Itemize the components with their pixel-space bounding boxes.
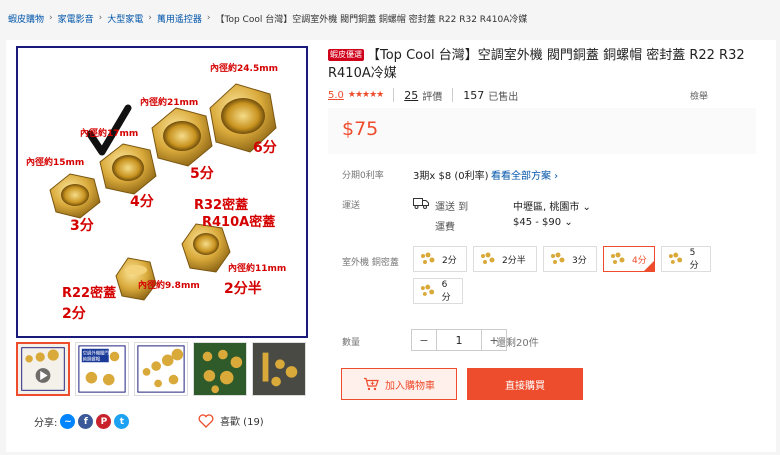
variant-thumb-icon xyxy=(548,250,566,268)
twitter-icon[interactable]: t xyxy=(114,414,130,429)
installment-label: 分期0利率 xyxy=(342,171,384,181)
label-size15: 內徑約15mm xyxy=(26,156,84,168)
chevron-right-icon: › xyxy=(206,13,211,23)
label-fen2half: 2分半 xyxy=(224,280,262,297)
quantity-input[interactable]: 1 xyxy=(436,330,482,350)
shipping-fee-label: 運費 xyxy=(435,222,455,233)
quantity-decrease-button[interactable]: − xyxy=(412,330,436,350)
label-r32a: R32密蓋 xyxy=(194,197,248,213)
preferred-badge: 蝦皮優選 xyxy=(328,49,364,61)
reviews-count[interactable]: 25 xyxy=(404,89,418,102)
stock-remaining: 還剩20件 xyxy=(496,338,539,349)
cap-r22 xyxy=(115,257,157,301)
label-size245: 內徑約24.5mm xyxy=(210,62,278,74)
chevron-right-icon: › xyxy=(148,13,152,23)
price-panel xyxy=(328,108,756,154)
product-title-text: 【Top Cool 台灣】空調室外機 閥門銅蓋 銅螺帽 密封蓋 R22 R32 … xyxy=(328,48,745,81)
label-fen5: 5分 xyxy=(190,166,214,182)
quantity-label: 數量 xyxy=(342,338,361,348)
cap-r32 xyxy=(181,223,231,273)
cap-5fen xyxy=(151,107,213,167)
label-size21: 內徑約21mm xyxy=(140,96,198,108)
variant-option-3fen[interactable]: 3分 xyxy=(543,246,597,272)
product-title: 蝦皮優選 【Top Cool 台灣】空調室外機 閥門銅蓋 銅螺帽 密封蓋 R22 … xyxy=(328,47,748,83)
label-r22: R22密蓋 xyxy=(62,285,116,301)
chevron-right-icon: › xyxy=(98,13,103,23)
chevron-right-icon: › xyxy=(49,13,53,23)
breadcrumb-link-remotes[interactable]: 萬用遙控器 xyxy=(157,12,202,25)
variant-thumb-icon xyxy=(418,282,436,300)
messenger-icon[interactable]: ~ xyxy=(60,414,76,429)
price: $75 xyxy=(342,118,379,140)
breadcrumb: 蝦皮購物 › 家電影音 › 大型家電 › 萬用遙控器 › 【Top Cool 台… xyxy=(8,10,527,26)
pinterest-icon[interactable]: P xyxy=(96,414,112,429)
label-fen3: 3分 xyxy=(70,218,94,234)
cap-4fen xyxy=(99,143,157,195)
brass-caps-illustration: 內徑約15mm 內徑約17mm 內徑約21mm 內徑約24.5mm 內徑約11m… xyxy=(26,62,286,322)
star-rating-icon: ★★★★★ xyxy=(347,90,384,100)
variant-thumb-icon xyxy=(666,250,684,268)
truck-icon xyxy=(413,197,429,212)
sold-count: 157 xyxy=(463,88,485,102)
variant-option-2fen[interactable]: 2分 xyxy=(413,246,467,272)
rating-row: 5.0 ★★★★★ 25 評價 157 已售出 xyxy=(328,88,519,103)
thumbnail-video[interactable] xyxy=(16,342,70,396)
thumbnail-3[interactable] xyxy=(134,342,188,396)
variant-option-6fen[interactable]: 6分 xyxy=(413,278,463,304)
variation-label: 室外機 銅密蓋 xyxy=(342,258,399,268)
divider xyxy=(393,88,395,102)
divider xyxy=(452,88,454,102)
variant-option-4fen[interactable]: 4分 xyxy=(603,246,655,272)
facebook-icon[interactable]: f xyxy=(78,414,94,429)
variant-option-5fen[interactable]: 5分 xyxy=(661,246,711,272)
breadcrumb-link-shopee[interactable]: 蝦皮購物 xyxy=(8,12,44,25)
shipping-fee-select[interactable]: $45 - $90 ⌄ xyxy=(513,217,573,228)
heart-icon xyxy=(198,413,214,428)
label-fen4: 4分 xyxy=(130,194,154,210)
thumbnail-4[interactable] xyxy=(193,342,247,396)
report-link[interactable]: 檢舉 xyxy=(690,89,708,102)
reviews-label: 評價 xyxy=(422,91,443,103)
variation-options: 2分 2分半 3分 4分 5分 6分 xyxy=(413,246,713,304)
label-size98: 內徑約9.8mm xyxy=(138,279,200,291)
label-r32b: R410A密蓋 xyxy=(202,214,275,230)
buy-now-button[interactable]: 直接購買 xyxy=(467,368,583,400)
quantity-stepper: − 1 + xyxy=(411,329,507,351)
ship-to-label: 運送 到 xyxy=(435,202,469,213)
ship-location-select[interactable]: 中壢區, 桃園市 ⌄ xyxy=(513,198,591,213)
rating-score[interactable]: 5.0 xyxy=(328,90,344,101)
svg-text:純銅螺帽: 純銅螺帽 xyxy=(83,355,101,362)
sold-label: 已售出 xyxy=(488,91,519,103)
label-fen2: 2分 xyxy=(62,306,86,322)
breadcrumb-link-large-appliances[interactable]: 大型家電 xyxy=(107,12,143,25)
share-bar: 分享: ~ f P t xyxy=(34,414,130,429)
svg-text:空調外機閥門: 空調外機閥門 xyxy=(83,350,109,357)
variant-thumb-icon xyxy=(608,250,626,268)
thumbnail-5[interactable] xyxy=(252,342,306,396)
add-to-cart-button[interactable]: 加入購物車 xyxy=(341,368,457,400)
shipping-label: 運送 xyxy=(342,201,361,211)
share-label: 分享: xyxy=(34,418,58,429)
label-fen6: 6分 xyxy=(253,140,277,156)
label-size11: 內徑約11mm xyxy=(228,262,286,274)
thumbnail-2[interactable]: 空調外機閥門 純銅螺帽 xyxy=(75,342,129,396)
variant-thumb-icon xyxy=(418,250,436,268)
thumbnail-strip: 空調外機閥門 純銅螺帽 xyxy=(16,342,308,396)
main-product-image[interactable]: 內徑約15mm 內徑約17mm 內徑約21mm 內徑約24.5mm 內徑約11m… xyxy=(16,46,308,338)
cart-plus-icon xyxy=(364,377,379,391)
cap-3fen xyxy=(49,173,101,219)
like-button[interactable]: 喜歡 (19) xyxy=(198,413,264,428)
installment-plans-link[interactable]: 看看全部方案 › xyxy=(491,167,558,182)
breadcrumb-link-appliances[interactable]: 家電影音 xyxy=(58,12,94,25)
variant-thumb-icon xyxy=(478,250,496,268)
label-size17: 內徑約17mm xyxy=(80,127,138,139)
breadcrumb-current: 【Top Cool 台灣】空調室外機 閥門銅蓋 銅螺帽 密封蓋 R22 R32 … xyxy=(215,14,528,25)
variant-option-2fen-half[interactable]: 2分半 xyxy=(473,246,537,272)
installment-value: 3期x $8 (0利率) xyxy=(413,171,489,182)
like-count: 喜歡 (19) xyxy=(220,417,264,428)
